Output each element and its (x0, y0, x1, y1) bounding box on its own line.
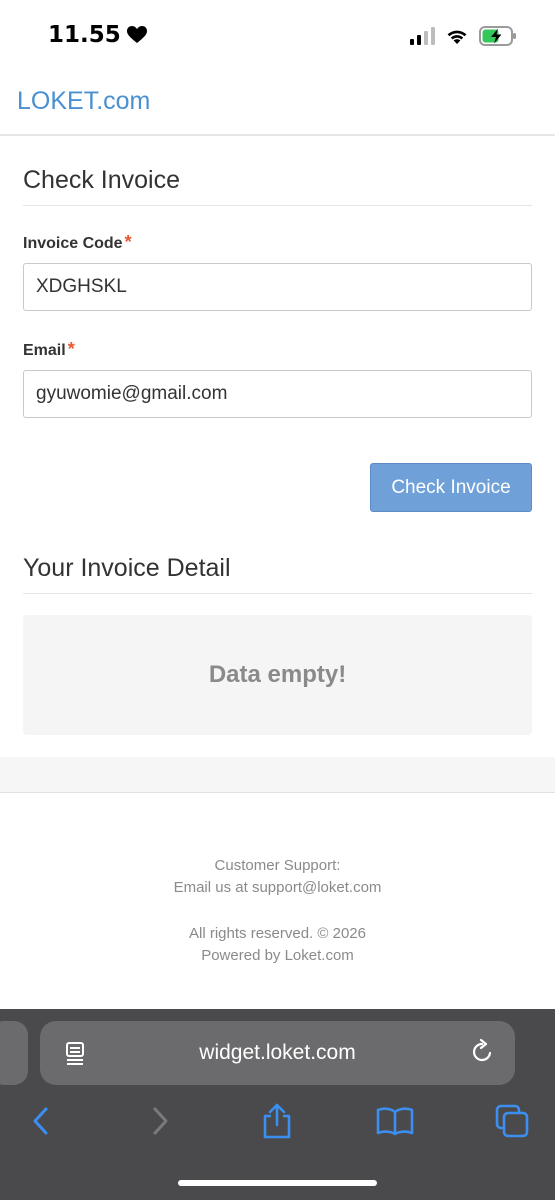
invoice-code-label: Invoice Code * (23, 232, 132, 253)
footer-divider-band (0, 757, 555, 793)
invoice-code-label-text: Invoice Code (23, 235, 123, 252)
status-indicators (410, 26, 517, 46)
status-time-text: 11.55 (48, 22, 121, 48)
tabs-button[interactable] (490, 1099, 534, 1143)
chevron-left-icon (33, 1107, 48, 1135)
forward-button[interactable] (138, 1099, 182, 1143)
back-button[interactable] (19, 1099, 63, 1143)
brand-logo[interactable]: LOKET.com (17, 87, 150, 116)
home-indicator (178, 1180, 377, 1186)
reload-icon[interactable] (469, 1039, 495, 1065)
email-label-text: Email (23, 342, 66, 359)
heart-icon (126, 26, 147, 43)
check-invoice-button[interactable]: Check Invoice (370, 463, 532, 512)
book-icon (376, 1107, 414, 1136)
wifi-icon (447, 30, 467, 44)
status-bar: 11.55 (0, 0, 555, 72)
required-mark: * (124, 232, 132, 252)
battery-charging-icon (479, 26, 516, 46)
rights-text: All rights reserved. © 2026 (189, 925, 366, 942)
bookmarks-button[interactable] (373, 1099, 417, 1143)
site-footer: Customer Support: Email us at support@lo… (0, 855, 555, 967)
empty-message: Data empty! (208, 661, 347, 688)
chevron-right-icon (153, 1107, 168, 1135)
status-time: 11.55 (48, 22, 147, 48)
site-header: LOKET.com (0, 72, 555, 136)
browser-nav-row (0, 1099, 555, 1143)
address-bar[interactable]: widget.loket.com (40, 1021, 515, 1085)
url-text[interactable]: widget.loket.com (40, 1021, 515, 1085)
powered-by-link[interactable]: Powered by Loket.com (0, 945, 555, 967)
email-input[interactable] (23, 370, 532, 418)
previous-tab-peek[interactable] (0, 1021, 28, 1085)
email-label: Email * (23, 339, 75, 360)
support-email-line[interactable]: Email us at support@loket.com (0, 877, 555, 899)
tabs-icon (495, 1104, 529, 1138)
share-icon (263, 1103, 291, 1139)
check-invoice-title: Check Invoice (23, 166, 532, 206)
cellular-signal-icon (410, 27, 435, 45)
invoice-detail-empty-state: Data empty! (23, 615, 532, 735)
required-mark: * (67, 339, 75, 359)
invoice-detail-title: Your Invoice Detail (23, 554, 532, 594)
invoice-code-input[interactable] (23, 263, 532, 311)
browser-toolbar: widget.loket.com (0, 1009, 555, 1200)
support-heading: Customer Support: (214, 857, 341, 874)
share-button[interactable] (255, 1099, 299, 1143)
